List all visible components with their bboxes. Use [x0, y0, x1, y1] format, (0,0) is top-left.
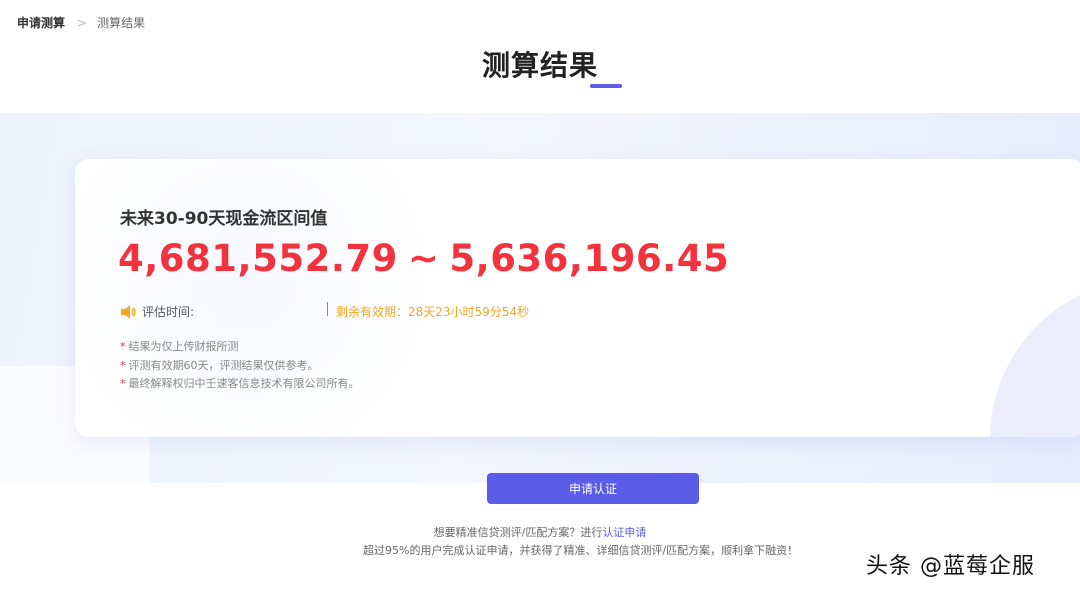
- note-text: 结果为仅上传财报所测: [128, 340, 239, 353]
- apply-certification-button[interactable]: 申请认证: [487, 473, 699, 504]
- page-title: 测算结果: [481, 49, 598, 82]
- result-card: 未来30-90天现金流区间值 4,681,552.79 ~ 5,636,196.…: [75, 159, 1080, 437]
- note-text: 最终解释权归中壬速客信息技术有限公司所有。: [128, 377, 360, 390]
- cash-flow-range: 4,681,552.79 ~ 5,636,196.45: [118, 237, 729, 280]
- range-high-value: 5,636,196.45: [449, 237, 730, 280]
- note-item: * 评测有效期60天，评测结果仅供参考。: [120, 357, 360, 376]
- range-low-value: 4,681,552.79: [118, 237, 398, 280]
- card-glow-decoration: [75, 159, 455, 437]
- meta-row: 评估时间: 剩余有效期：28天23小时59分54秒: [120, 302, 529, 320]
- note-marker: *: [120, 358, 126, 372]
- footer-prompt: 想要精准信贷测评/匹配方案？进行认证申请: [0, 524, 1080, 540]
- watermark: 头条 @蓝莓企服: [866, 554, 1035, 579]
- validity-countdown: 剩余有效期：28天23小时59分54秒: [336, 305, 530, 319]
- card-circle-decoration: [990, 279, 1080, 437]
- note-marker: *: [120, 377, 126, 390]
- breadcrumb-current: 测算结果: [97, 16, 146, 30]
- note-marker: *: [120, 340, 126, 353]
- eval-time-label: 评估时间:: [142, 305, 195, 319]
- footer-stat-text: 超过95%的用户完成认证申请，并获得了精准、详细信贷测评/匹配方案，顺利拿下融资…: [363, 544, 799, 557]
- note-item: * 最终解释权归中壬速客信息技术有限公司所有。: [120, 375, 360, 394]
- note-text: 评测有效期60天，评测结果仅供参考。: [128, 358, 319, 372]
- footer-prompt-text: 想要精准信贷测评/匹配方案？进行: [433, 526, 603, 539]
- range-separator: ~: [407, 237, 440, 280]
- meta-divider: [327, 302, 328, 316]
- speaker-icon: [121, 305, 136, 318]
- breadcrumb-apply-calc[interactable]: 申请测算: [17, 14, 65, 31]
- breadcrumb: 申请测算 > 测算结果: [17, 14, 145, 31]
- title-underline: [590, 84, 622, 88]
- chevron-right-icon: >: [77, 15, 88, 30]
- notes-list: * 结果为仅上传财报所测 * 评测有效期60天，评测结果仅供参考。 * 最终解释权归中…: [120, 338, 360, 394]
- note-item: * 结果为仅上传财报所测: [120, 338, 360, 357]
- certification-apply-link[interactable]: 认证申请: [602, 526, 646, 539]
- cash-flow-label: 未来30-90天现金流区间值: [120, 209, 328, 229]
